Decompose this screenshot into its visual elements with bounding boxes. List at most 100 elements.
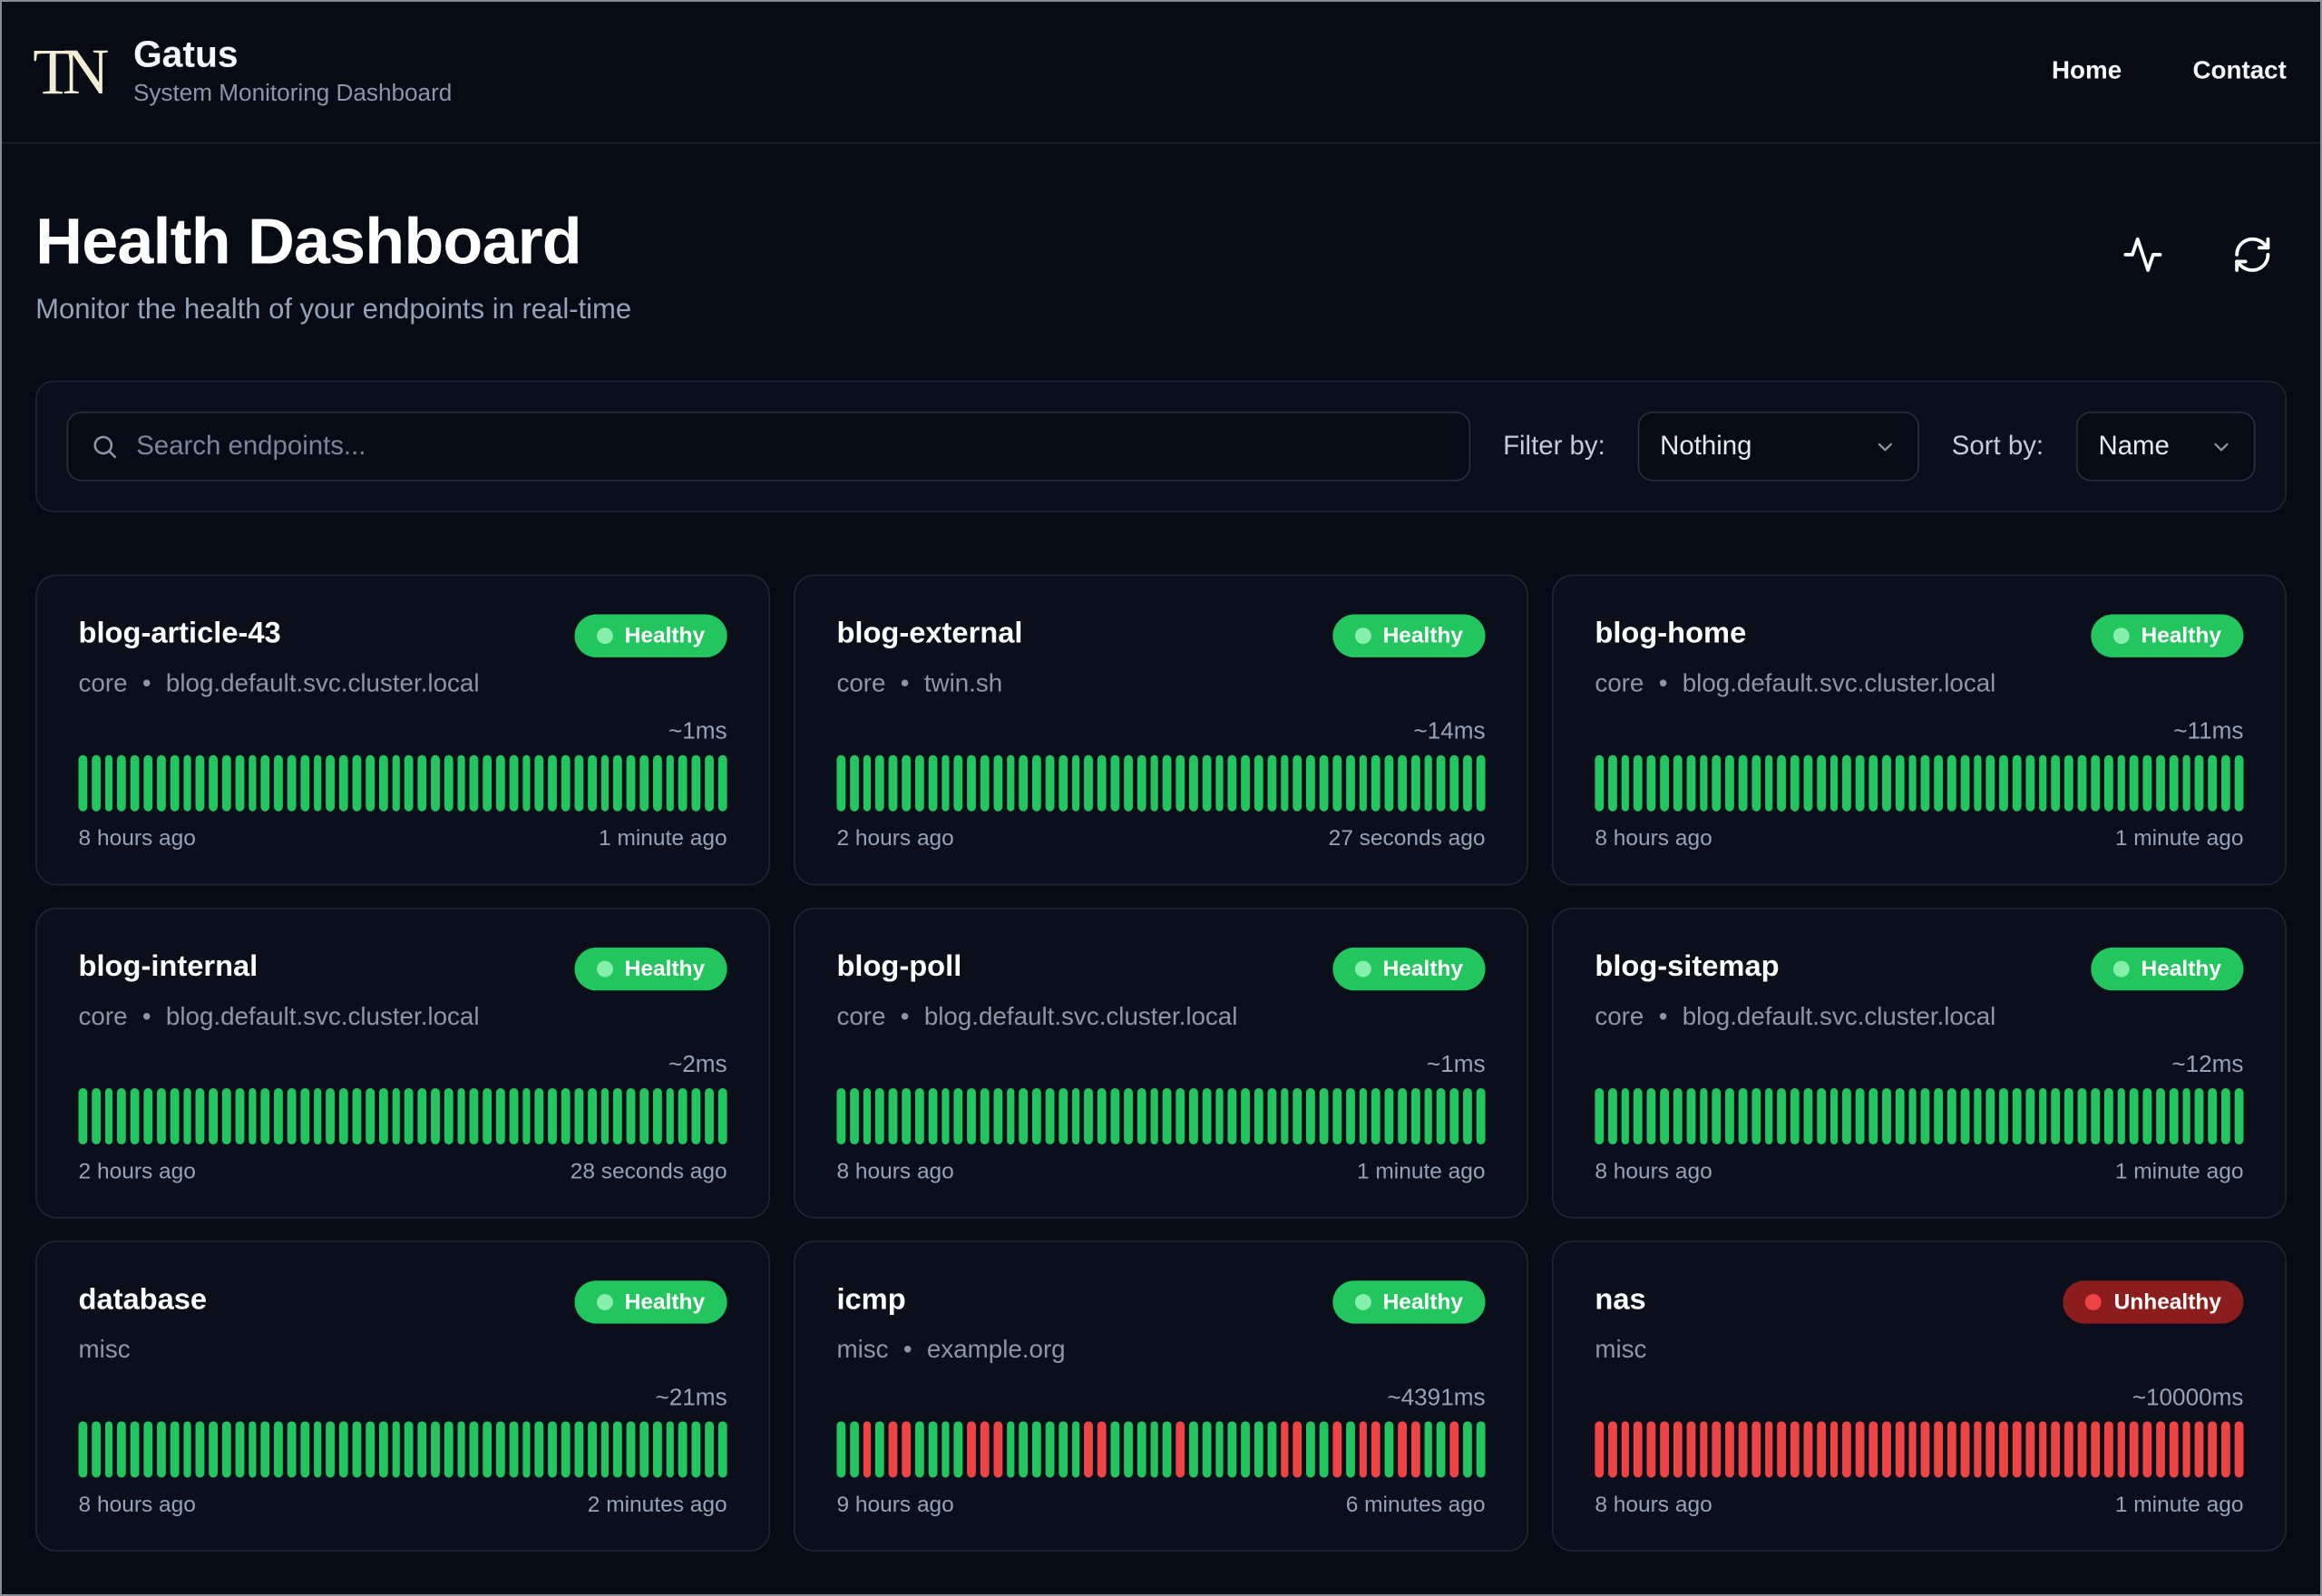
bar-success[interactable] bbox=[1934, 754, 1943, 813]
bar-success[interactable] bbox=[300, 1088, 309, 1145]
bar-success[interactable] bbox=[574, 1088, 583, 1145]
bar-success[interactable] bbox=[91, 1421, 101, 1478]
bar-success[interactable] bbox=[456, 754, 466, 813]
bar-success[interactable] bbox=[993, 1088, 1002, 1145]
bar-success[interactable] bbox=[209, 1421, 218, 1478]
bar-success[interactable] bbox=[993, 754, 1002, 813]
bar-success[interactable] bbox=[1607, 1088, 1617, 1145]
bar-success[interactable] bbox=[1751, 1088, 1761, 1145]
bar-failure[interactable] bbox=[1449, 1421, 1459, 1478]
bar-success[interactable] bbox=[1803, 1088, 1813, 1145]
endpoint-card[interactable]: icmp Healthy misc • example.org ~4391ms … bbox=[794, 1241, 1528, 1552]
bar-failure[interactable] bbox=[863, 1421, 872, 1478]
uptime-bars[interactable] bbox=[78, 1421, 727, 1478]
bar-success[interactable] bbox=[2025, 754, 2034, 813]
bar-failure[interactable] bbox=[2051, 1421, 2061, 1478]
bar-success[interactable] bbox=[274, 1088, 283, 1145]
bar-success[interactable] bbox=[417, 1088, 427, 1145]
bar-success[interactable] bbox=[2234, 754, 2243, 813]
bar-success[interactable] bbox=[117, 754, 127, 813]
bar-success[interactable] bbox=[470, 754, 479, 813]
bar-failure[interactable] bbox=[2195, 1421, 2204, 1478]
bar-success[interactable] bbox=[91, 1088, 101, 1145]
bar-failure[interactable] bbox=[2064, 1421, 2073, 1478]
bar-success[interactable] bbox=[1738, 1088, 1748, 1145]
bar-success[interactable] bbox=[600, 1421, 610, 1478]
bar-success[interactable] bbox=[1006, 1421, 1015, 1478]
bar-failure[interactable] bbox=[1986, 1421, 1995, 1478]
app-logo[interactable]: TN bbox=[33, 34, 109, 107]
bar-success[interactable] bbox=[1946, 1088, 1956, 1145]
bar-success[interactable] bbox=[914, 1421, 924, 1478]
bar-failure[interactable] bbox=[2103, 1421, 2112, 1478]
bar-success[interactable] bbox=[928, 1088, 937, 1145]
bar-success[interactable] bbox=[1999, 1088, 2008, 1145]
bar-success[interactable] bbox=[260, 754, 270, 813]
bar-failure[interactable] bbox=[1646, 1421, 1656, 1478]
bar-success[interactable] bbox=[2156, 754, 2165, 813]
bar-failure[interactable] bbox=[1725, 1421, 1734, 1478]
bar-success[interactable] bbox=[705, 1421, 714, 1478]
bar-failure[interactable] bbox=[1751, 1421, 1761, 1478]
bar-success[interactable] bbox=[1006, 754, 1015, 813]
bar-success[interactable] bbox=[287, 1421, 297, 1478]
bar-success[interactable] bbox=[378, 754, 387, 813]
bar-success[interactable] bbox=[1699, 1088, 1708, 1145]
bar-success[interactable] bbox=[1267, 1421, 1276, 1478]
bar-success[interactable] bbox=[1371, 754, 1381, 813]
bar-failure[interactable] bbox=[2234, 1421, 2243, 1478]
bar-success[interactable] bbox=[1084, 754, 1094, 813]
bar-success[interactable] bbox=[143, 1421, 152, 1478]
bar-success[interactable] bbox=[352, 754, 362, 813]
bar-success[interactable] bbox=[1241, 1088, 1250, 1145]
bar-failure[interactable] bbox=[1868, 1421, 1878, 1478]
bar-success[interactable] bbox=[2169, 754, 2178, 813]
bar-success[interactable] bbox=[248, 1421, 258, 1478]
bar-success[interactable] bbox=[1059, 1088, 1068, 1145]
bar-success[interactable] bbox=[405, 754, 414, 813]
bar-success[interactable] bbox=[2181, 754, 2191, 813]
bar-success[interactable] bbox=[1163, 1088, 1172, 1145]
bar-success[interactable] bbox=[1973, 754, 1983, 813]
bar-success[interactable] bbox=[483, 1088, 493, 1145]
bar-success[interactable] bbox=[104, 1421, 113, 1478]
uptime-bars[interactable] bbox=[836, 754, 1485, 813]
bar-success[interactable] bbox=[391, 1088, 401, 1145]
bar-success[interactable] bbox=[535, 1421, 544, 1478]
bar-success[interactable] bbox=[1686, 754, 1695, 813]
bar-success[interactable] bbox=[1019, 1088, 1029, 1145]
bar-success[interactable] bbox=[1449, 754, 1459, 813]
bar-success[interactable] bbox=[1449, 1088, 1459, 1145]
bar-failure[interactable] bbox=[2181, 1421, 2191, 1478]
bar-success[interactable] bbox=[2142, 754, 2152, 813]
bar-success[interactable] bbox=[1960, 1088, 1969, 1145]
bar-success[interactable] bbox=[953, 1421, 963, 1478]
bar-success[interactable] bbox=[1437, 1421, 1446, 1478]
bar-success[interactable] bbox=[1881, 754, 1891, 813]
bar-success[interactable] bbox=[78, 754, 88, 813]
bar-success[interactable] bbox=[665, 754, 675, 813]
bar-success[interactable] bbox=[417, 754, 427, 813]
uptime-bars[interactable] bbox=[836, 1088, 1485, 1145]
bar-success[interactable] bbox=[1202, 754, 1211, 813]
bar-failure[interactable] bbox=[1398, 1421, 1407, 1478]
bar-success[interactable] bbox=[1228, 1421, 1237, 1478]
bar-success[interactable] bbox=[1371, 1088, 1381, 1145]
bar-success[interactable] bbox=[1176, 754, 1185, 813]
bar-success[interactable] bbox=[1202, 1421, 1211, 1478]
bar-success[interactable] bbox=[2025, 1088, 2034, 1145]
bar-success[interactable] bbox=[2077, 754, 2087, 813]
bar-success[interactable] bbox=[1423, 754, 1433, 813]
bar-failure[interactable] bbox=[2130, 1421, 2139, 1478]
bar-success[interactable] bbox=[928, 754, 937, 813]
endpoint-card[interactable]: blog-internal Healthy core • blog.defaul… bbox=[35, 908, 770, 1219]
bar-success[interactable] bbox=[1188, 754, 1198, 813]
bar-success[interactable] bbox=[1410, 1088, 1420, 1145]
bar-success[interactable] bbox=[1098, 1088, 1107, 1145]
bar-success[interactable] bbox=[705, 754, 714, 813]
bar-success[interactable] bbox=[548, 754, 557, 813]
bar-success[interactable] bbox=[444, 1088, 453, 1145]
bar-success[interactable] bbox=[1816, 1088, 1826, 1145]
bar-success[interactable] bbox=[117, 1421, 127, 1478]
bar-success[interactable] bbox=[1634, 1088, 1644, 1145]
